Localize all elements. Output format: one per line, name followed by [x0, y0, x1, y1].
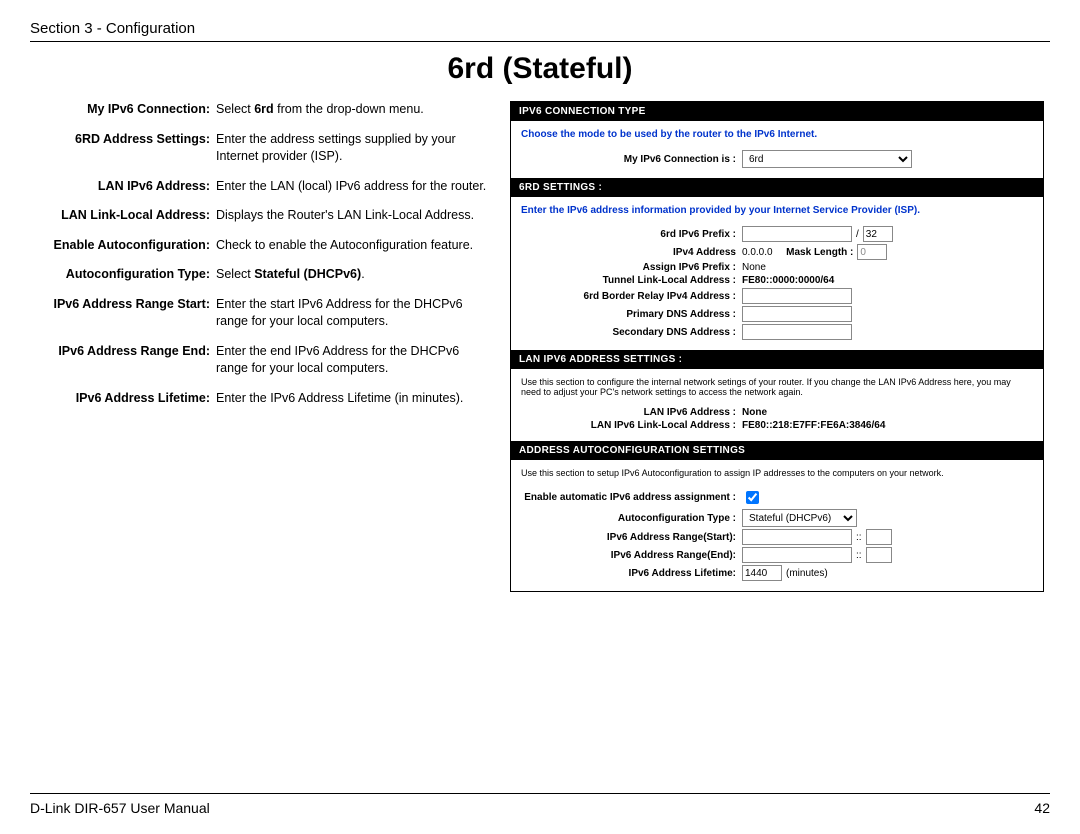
def-label: IPv6 Address Lifetime:: [30, 390, 216, 408]
definitions-list: My IPv6 Connection: Select 6rd from the …: [30, 101, 490, 592]
slash-label: /: [856, 229, 859, 240]
panel-header-6rd: 6RD SETTINGS :: [511, 178, 1043, 197]
def-label: IPv6 Address Range End:: [30, 343, 216, 378]
range-start-label: IPv6 Address Range(Start):: [521, 532, 742, 543]
def-range-start: IPv6 Address Range Start: Enter the star…: [30, 296, 490, 331]
dns1-label: Primary DNS Address :: [521, 309, 742, 320]
range-sep: ::: [856, 550, 862, 561]
relay-input[interactable]: [742, 288, 852, 304]
def-label: My IPv6 Connection:: [30, 101, 216, 119]
def-label: 6RD Address Settings:: [30, 131, 216, 166]
def-6rd-address-settings: 6RD Address Settings: Enter the address …: [30, 131, 490, 166]
def-value: Select Stateful (DHCPv6).: [216, 266, 490, 284]
lan-ipv6-addr-label: LAN IPv6 Address :: [521, 407, 742, 418]
range-end-suffix-input[interactable]: [866, 547, 892, 563]
dns2-label: Secondary DNS Address :: [521, 327, 742, 338]
sixrd-desc: Enter the IPv6 address information provi…: [521, 205, 1033, 216]
def-lifetime: IPv6 Address Lifetime: Enter the IPv6 Ad…: [30, 390, 490, 408]
lan-note: Use this section to configure the intern…: [521, 377, 1033, 397]
def-lan-ipv6-address: LAN IPv6 Address: Enter the LAN (local) …: [30, 178, 490, 196]
ipv4-addr-value: 0.0.0.0: [742, 247, 773, 258]
def-value: Check to enable the Autoconfiguration fe…: [216, 237, 490, 255]
page-footer: D-Link DIR-657 User Manual 42: [30, 793, 1050, 816]
autoconfig-type-select[interactable]: Stateful (DHCPv6): [742, 509, 857, 527]
footer-page-number: 42: [1034, 800, 1050, 816]
def-value: Enter the LAN (local) IPv6 address for t…: [216, 178, 490, 196]
sixrd-prefix-label: 6rd IPv6 Prefix :: [521, 229, 742, 240]
lan-ll-value: FE80::218:E7FF:FE6A:3846/64: [742, 420, 885, 431]
lan-ipv6-addr-value: None: [742, 407, 767, 418]
range-start-suffix-input[interactable]: [866, 529, 892, 545]
range-sep: ::: [856, 532, 862, 543]
my-ipv6-connection-select[interactable]: 6rd: [742, 150, 912, 168]
autoconfig-note: Use this section to setup IPv6 Autoconfi…: [521, 468, 1033, 478]
def-label: LAN IPv6 Address:: [30, 178, 216, 196]
ipv4-addr-label: IPv4 Address: [521, 247, 742, 258]
def-range-end: IPv6 Address Range End: Enter the end IP…: [30, 343, 490, 378]
footer-left: D-Link DIR-657 User Manual: [30, 800, 210, 816]
relay-label: 6rd Border Relay IPv4 Address :: [521, 291, 742, 302]
def-value: Enter the address settings supplied by y…: [216, 131, 490, 166]
def-value: Enter the end IPv6 Address for the DHCPv…: [216, 343, 490, 378]
sixrd-prefix-len-input[interactable]: [863, 226, 893, 242]
panel-header-lan: LAN IPv6 ADDRESS SETTINGS :: [511, 350, 1043, 369]
dns1-input[interactable]: [742, 306, 852, 322]
def-enable-autoconfig: Enable Autoconfiguration: Check to enabl…: [30, 237, 490, 255]
def-label: Enable Autoconfiguration:: [30, 237, 216, 255]
def-value: Enter the IPv6 Address Lifetime (in minu…: [216, 390, 490, 408]
my-ipv6-connection-label: My IPv6 Connection is :: [521, 154, 742, 165]
panel-header-conn-type: IPv6 CONNECTION TYPE: [511, 102, 1043, 121]
enable-auto-label: Enable automatic IPv6 address assignment…: [521, 492, 742, 503]
def-value: Enter the start IPv6 Address for the DHC…: [216, 296, 490, 331]
def-value: Select 6rd from the drop-down menu.: [216, 101, 490, 119]
panel-header-autoconfig: ADDRESS AUTOCONFIGURATION SETTINGS: [511, 441, 1043, 460]
lan-ll-label: LAN IPv6 Link-Local Address :: [521, 420, 742, 431]
sixrd-prefix-input[interactable]: [742, 226, 852, 242]
mask-length-label: Mask Length :: [786, 247, 853, 258]
assign-prefix-value: None: [742, 262, 766, 273]
def-label: IPv6 Address Range Start:: [30, 296, 216, 331]
page-title: 6rd (Stateful): [30, 52, 1050, 86]
conn-type-desc: Choose the mode to be used by the router…: [521, 129, 1033, 140]
tunnel-ll-label: Tunnel Link-Local Address :: [521, 275, 742, 286]
def-label: LAN Link-Local Address:: [30, 207, 216, 225]
def-value: Displays the Router's LAN Link-Local Add…: [216, 207, 490, 225]
def-lan-link-local: LAN Link-Local Address: Displays the Rou…: [30, 207, 490, 225]
def-autoconfig-type: Autoconfiguration Type: Select Stateful …: [30, 266, 490, 284]
lifetime-input[interactable]: [742, 565, 782, 581]
def-my-ipv6-connection: My IPv6 Connection: Select 6rd from the …: [30, 101, 490, 119]
lifetime-unit: (minutes): [786, 568, 828, 579]
range-end-input[interactable]: [742, 547, 852, 563]
enable-auto-checkbox[interactable]: [746, 491, 759, 504]
router-ui-panel: IPv6 CONNECTION TYPE Choose the mode to …: [510, 101, 1044, 592]
mask-length-input[interactable]: [857, 244, 887, 260]
assign-prefix-label: Assign IPv6 Prefix :: [521, 262, 742, 273]
range-start-input[interactable]: [742, 529, 852, 545]
def-label: Autoconfiguration Type:: [30, 266, 216, 284]
range-end-label: IPv6 Address Range(End):: [521, 550, 742, 561]
lifetime-label: IPv6 Address Lifetime:: [521, 568, 742, 579]
tunnel-ll-value: FE80::0000:0000/64: [742, 275, 834, 286]
dns2-input[interactable]: [742, 324, 852, 340]
autoconfig-type-label: Autoconfiguration Type :: [521, 513, 742, 524]
section-header: Section 3 - Configuration: [30, 20, 1050, 42]
